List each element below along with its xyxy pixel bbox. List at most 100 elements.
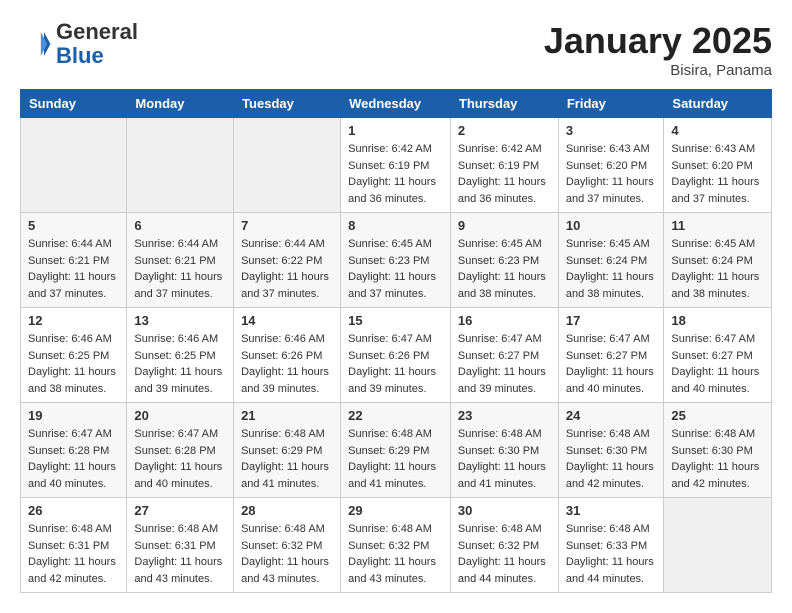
table-row xyxy=(664,498,772,593)
day-info: Sunrise: 6:48 AM Sunset: 6:32 PM Dayligh… xyxy=(348,521,443,587)
table-row: 24 Sunrise: 6:48 AM Sunset: 6:30 PM Dayli… xyxy=(558,403,664,498)
day-info: Sunrise: 6:48 AM Sunset: 6:31 PM Dayligh… xyxy=(28,521,119,587)
day-number: 21 xyxy=(241,408,333,423)
col-sunday: Sunday xyxy=(21,90,127,118)
table-row: 28 Sunrise: 6:48 AM Sunset: 6:32 PM Dayli… xyxy=(234,498,341,593)
table-row: 16 Sunrise: 6:47 AM Sunset: 6:27 PM Dayli… xyxy=(450,308,558,403)
day-info: Sunrise: 6:47 AM Sunset: 6:27 PM Dayligh… xyxy=(671,331,764,397)
day-number: 30 xyxy=(458,503,551,518)
table-row: 18 Sunrise: 6:47 AM Sunset: 6:27 PM Dayli… xyxy=(664,308,772,403)
table-row: 15Sunrise: 6:47 AM Sunset: 6:26 PM Dayli… xyxy=(341,308,451,403)
table-row xyxy=(127,118,234,213)
day-info: Sunrise: 6:47 AM Sunset: 6:26 PM Dayligh… xyxy=(348,331,443,397)
table-row: 26 Sunrise: 6:48 AM Sunset: 6:31 PM Dayli… xyxy=(21,498,127,593)
day-info: Sunrise: 6:44 AM Sunset: 6:21 PM Dayligh… xyxy=(28,236,119,302)
day-info: Sunrise: 6:45 AM Sunset: 6:23 PM Dayligh… xyxy=(348,236,443,302)
logo-general: General xyxy=(56,19,138,44)
day-number: 5 xyxy=(28,218,119,233)
table-row xyxy=(21,118,127,213)
day-info: Sunrise: 6:48 AM Sunset: 6:29 PM Dayligh… xyxy=(348,426,443,492)
logo-text: General Blue xyxy=(56,20,138,68)
day-number: 11 xyxy=(671,218,764,233)
day-number: 8 xyxy=(348,218,443,233)
day-info: Sunrise: 6:46 AM Sunset: 6:25 PM Dayligh… xyxy=(28,331,119,397)
logo-icon xyxy=(20,28,52,60)
day-number: 10 xyxy=(566,218,657,233)
day-number: 31 xyxy=(566,503,657,518)
day-info: Sunrise: 6:47 AM Sunset: 6:28 PM Dayligh… xyxy=(134,426,226,492)
day-info: Sunrise: 6:44 AM Sunset: 6:22 PM Dayligh… xyxy=(241,236,333,302)
month-title: January 2025 xyxy=(544,20,772,62)
day-info: Sunrise: 6:46 AM Sunset: 6:25 PM Dayligh… xyxy=(134,331,226,397)
day-number: 17 xyxy=(566,313,657,328)
day-info: Sunrise: 6:48 AM Sunset: 6:29 PM Dayligh… xyxy=(241,426,333,492)
table-row: 27 Sunrise: 6:48 AM Sunset: 6:31 PM Dayli… xyxy=(127,498,234,593)
day-info: Sunrise: 6:48 AM Sunset: 6:31 PM Dayligh… xyxy=(134,521,226,587)
table-row: 20 Sunrise: 6:47 AM Sunset: 6:28 PM Dayli… xyxy=(127,403,234,498)
day-info: Sunrise: 6:48 AM Sunset: 6:30 PM Dayligh… xyxy=(671,426,764,492)
day-number: 22 xyxy=(348,408,443,423)
table-row: 25 Sunrise: 6:48 AM Sunset: 6:30 PM Dayli… xyxy=(664,403,772,498)
day-number: 24 xyxy=(566,408,657,423)
col-saturday: Saturday xyxy=(664,90,772,118)
day-number: 26 xyxy=(28,503,119,518)
day-info: Sunrise: 6:48 AM Sunset: 6:30 PM Dayligh… xyxy=(458,426,551,492)
calendar-week-row: 1Sunrise: 6:42 AM Sunset: 6:19 PM Daylig… xyxy=(21,118,772,213)
day-number: 9 xyxy=(458,218,551,233)
day-info: Sunrise: 6:47 AM Sunset: 6:27 PM Dayligh… xyxy=(566,331,657,397)
location-subtitle: Bisira, Panama xyxy=(544,62,772,79)
table-row: 6 Sunrise: 6:44 AM Sunset: 6:21 PM Daylig… xyxy=(127,213,234,308)
day-info: Sunrise: 6:48 AM Sunset: 6:33 PM Dayligh… xyxy=(566,521,657,587)
day-info: Sunrise: 6:47 AM Sunset: 6:27 PM Dayligh… xyxy=(458,331,551,397)
page-header: General Blue January 2025 Bisira, Panama xyxy=(20,20,772,79)
day-info: Sunrise: 6:45 AM Sunset: 6:23 PM Dayligh… xyxy=(458,236,551,302)
day-info: Sunrise: 6:45 AM Sunset: 6:24 PM Dayligh… xyxy=(566,236,657,302)
table-row: 1Sunrise: 6:42 AM Sunset: 6:19 PM Daylig… xyxy=(341,118,451,213)
day-number: 27 xyxy=(134,503,226,518)
day-number: 14 xyxy=(241,313,333,328)
table-row: 23 Sunrise: 6:48 AM Sunset: 6:30 PM Dayli… xyxy=(450,403,558,498)
table-row: 14 Sunrise: 6:46 AM Sunset: 6:26 PM Dayli… xyxy=(234,308,341,403)
table-row: 12 Sunrise: 6:46 AM Sunset: 6:25 PM Dayli… xyxy=(21,308,127,403)
day-number: 28 xyxy=(241,503,333,518)
calendar-week-row: 19 Sunrise: 6:47 AM Sunset: 6:28 PM Dayli… xyxy=(21,403,772,498)
day-info: Sunrise: 6:44 AM Sunset: 6:21 PM Dayligh… xyxy=(134,236,226,302)
table-row: 21 Sunrise: 6:48 AM Sunset: 6:29 PM Dayli… xyxy=(234,403,341,498)
calendar-table: Sunday Monday Tuesday Wednesday Thursday… xyxy=(20,89,772,593)
day-number: 7 xyxy=(241,218,333,233)
logo: General Blue xyxy=(20,20,138,68)
calendar-week-row: 26 Sunrise: 6:48 AM Sunset: 6:31 PM Dayli… xyxy=(21,498,772,593)
day-info: Sunrise: 6:46 AM Sunset: 6:26 PM Dayligh… xyxy=(241,331,333,397)
day-info: Sunrise: 6:48 AM Sunset: 6:30 PM Dayligh… xyxy=(566,426,657,492)
day-number: 12 xyxy=(28,313,119,328)
day-number: 1 xyxy=(348,123,443,138)
table-row: 8 Sunrise: 6:45 AM Sunset: 6:23 PM Daylig… xyxy=(341,213,451,308)
day-number: 19 xyxy=(28,408,119,423)
calendar-week-row: 12 Sunrise: 6:46 AM Sunset: 6:25 PM Dayli… xyxy=(21,308,772,403)
col-friday: Friday xyxy=(558,90,664,118)
table-row: 11 Sunrise: 6:45 AM Sunset: 6:24 PM Dayli… xyxy=(664,213,772,308)
table-row: 7 Sunrise: 6:44 AM Sunset: 6:22 PM Daylig… xyxy=(234,213,341,308)
table-row: 17 Sunrise: 6:47 AM Sunset: 6:27 PM Dayli… xyxy=(558,308,664,403)
day-number: 2 xyxy=(458,123,551,138)
day-number: 29 xyxy=(348,503,443,518)
table-row: 2Sunrise: 6:42 AM Sunset: 6:19 PM Daylig… xyxy=(450,118,558,213)
table-row: 5 Sunrise: 6:44 AM Sunset: 6:21 PM Daylig… xyxy=(21,213,127,308)
day-number: 25 xyxy=(671,408,764,423)
day-number: 20 xyxy=(134,408,226,423)
day-number: 13 xyxy=(134,313,226,328)
day-number: 18 xyxy=(671,313,764,328)
day-info: Sunrise: 6:48 AM Sunset: 6:32 PM Dayligh… xyxy=(241,521,333,587)
table-row: 9 Sunrise: 6:45 AM Sunset: 6:23 PM Daylig… xyxy=(450,213,558,308)
day-info: Sunrise: 6:47 AM Sunset: 6:28 PM Dayligh… xyxy=(28,426,119,492)
day-info: Sunrise: 6:45 AM Sunset: 6:24 PM Dayligh… xyxy=(671,236,764,302)
calendar-header-row: Sunday Monday Tuesday Wednesday Thursday… xyxy=(21,90,772,118)
table-row: 4Sunrise: 6:43 AM Sunset: 6:20 PM Daylig… xyxy=(664,118,772,213)
day-number: 6 xyxy=(134,218,226,233)
day-number: 16 xyxy=(458,313,551,328)
day-number: 23 xyxy=(458,408,551,423)
table-row: 19 Sunrise: 6:47 AM Sunset: 6:28 PM Dayli… xyxy=(21,403,127,498)
table-row: 10 Sunrise: 6:45 AM Sunset: 6:24 PM Dayli… xyxy=(558,213,664,308)
day-number: 4 xyxy=(671,123,764,138)
table-row: 22 Sunrise: 6:48 AM Sunset: 6:29 PM Dayli… xyxy=(341,403,451,498)
